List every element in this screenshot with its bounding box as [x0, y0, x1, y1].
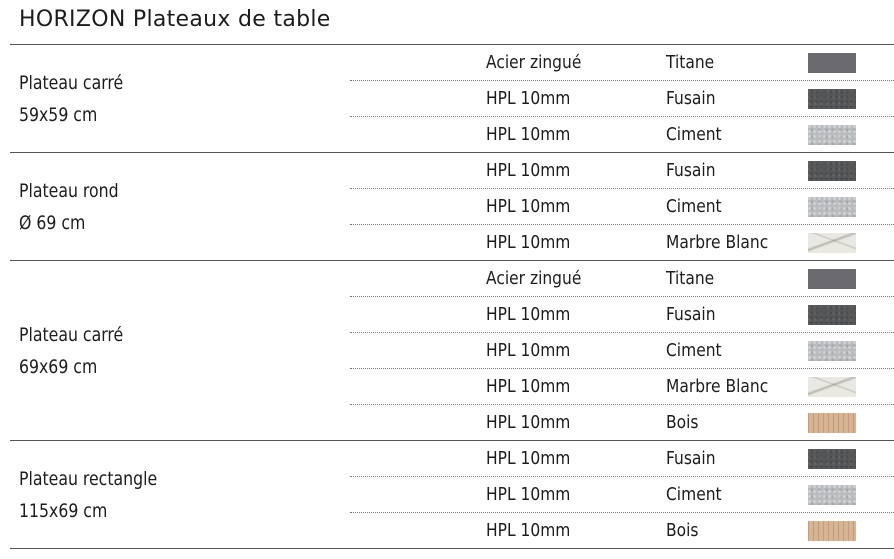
page-title: HORIZON Plateaux de table — [19, 7, 331, 32]
marbre-swatch — [808, 377, 856, 397]
table-row: HPL 10mm Ciment — [350, 117, 894, 152]
table-row: HPL 10mm Fusain — [350, 441, 894, 477]
fusain-swatch — [808, 161, 856, 181]
finish-cell: Marbre Blanc — [666, 376, 769, 397]
finish-cell: Fusain — [666, 304, 716, 325]
product-size: Ø 69 cm — [19, 211, 86, 234]
material-cell: HPL 10mm — [486, 160, 571, 181]
product-name: Plateau carré — [19, 323, 124, 346]
material-cell: HPL 10mm — [486, 412, 571, 433]
titane-swatch — [808, 269, 856, 289]
fusain-swatch — [808, 449, 856, 469]
finish-cell: Ciment — [666, 124, 722, 145]
finish-cell: Ciment — [666, 340, 722, 361]
table-row: HPL 10mm Bois — [350, 405, 894, 440]
finish-cell: Ciment — [666, 196, 722, 217]
fusain-swatch — [808, 89, 856, 109]
finish-cell: Titane — [666, 268, 715, 289]
table-row: HPL 10mm Bois — [350, 513, 894, 548]
table-group: Plateau carré 59x59 cm Acier zingué Titane H… — [10, 45, 894, 153]
finish-cell: Fusain — [666, 88, 716, 109]
material-cell: HPL 10mm — [486, 196, 571, 217]
table-row: Acier zingué Titane — [350, 45, 894, 81]
finish-cell: Marbre Blanc — [666, 232, 769, 253]
finish-cell: Fusain — [666, 448, 716, 469]
titane-swatch — [808, 53, 856, 73]
group-label: Plateau rectangle 115x69 cm — [19, 441, 157, 548]
product-table: Plateau carré 59x59 cm Acier zingué Titane H… — [0, 45, 894, 549]
ciment-swatch — [808, 485, 856, 505]
product-name: Plateau rond — [19, 179, 119, 202]
group-label: Plateau carré 59x59 cm — [19, 45, 123, 152]
finish-cell: Bois — [666, 412, 699, 433]
table-row: HPL 10mm Fusain — [350, 297, 894, 333]
table-row: HPL 10mm Fusain — [350, 153, 894, 189]
table-group: Plateau carré 69x69 cm Acier zingué Titane H… — [10, 261, 894, 441]
material-cell: HPL 10mm — [486, 88, 571, 109]
fusain-swatch — [808, 305, 856, 325]
table-row: HPL 10mm Fusain — [350, 81, 894, 117]
material-cell: HPL 10mm — [486, 484, 571, 505]
material-cell: HPL 10mm — [486, 448, 571, 469]
ciment-swatch — [808, 341, 856, 361]
material-cell: HPL 10mm — [486, 520, 571, 541]
table-row: HPL 10mm Marbre Blanc — [350, 225, 894, 260]
material-cell: Acier zingué — [486, 268, 582, 289]
product-size: 59x59 cm — [19, 103, 98, 126]
finish-cell: Titane — [666, 52, 715, 73]
product-size: 69x69 cm — [19, 355, 98, 378]
material-cell: HPL 10mm — [486, 124, 571, 145]
group-label: Plateau carré 69x69 cm — [19, 261, 123, 440]
finish-cell: Bois — [666, 520, 699, 541]
table-row: HPL 10mm Ciment — [350, 189, 894, 225]
material-cell: HPL 10mm — [486, 376, 571, 397]
bois-swatch — [808, 521, 856, 541]
group-label: Plateau rond Ø 69 cm — [19, 153, 119, 260]
product-name: Plateau carré — [19, 71, 124, 94]
table-row: Acier zingué Titane — [350, 261, 894, 297]
table-group: Plateau rectangle 115x69 cm HPL 10mm Fusain… — [10, 441, 894, 549]
table-row: HPL 10mm Ciment — [350, 477, 894, 513]
table-group: Plateau rond Ø 69 cm HPL 10mm Fusain HPL 10m… — [10, 153, 894, 261]
marbre-swatch — [808, 233, 856, 253]
table-row: HPL 10mm Ciment — [350, 333, 894, 369]
product-size: 115x69 cm — [19, 499, 108, 522]
material-cell: HPL 10mm — [486, 340, 571, 361]
material-cell: HPL 10mm — [486, 232, 571, 253]
ciment-swatch — [808, 125, 856, 145]
ciment-swatch — [808, 197, 856, 217]
finish-cell: Ciment — [666, 484, 722, 505]
table-row: HPL 10mm Marbre Blanc — [350, 369, 894, 405]
material-cell: Acier zingué — [486, 52, 582, 73]
bois-swatch — [808, 413, 856, 433]
material-cell: HPL 10mm — [486, 304, 571, 325]
finish-cell: Fusain — [666, 160, 716, 181]
product-name: Plateau rectangle — [19, 467, 158, 490]
